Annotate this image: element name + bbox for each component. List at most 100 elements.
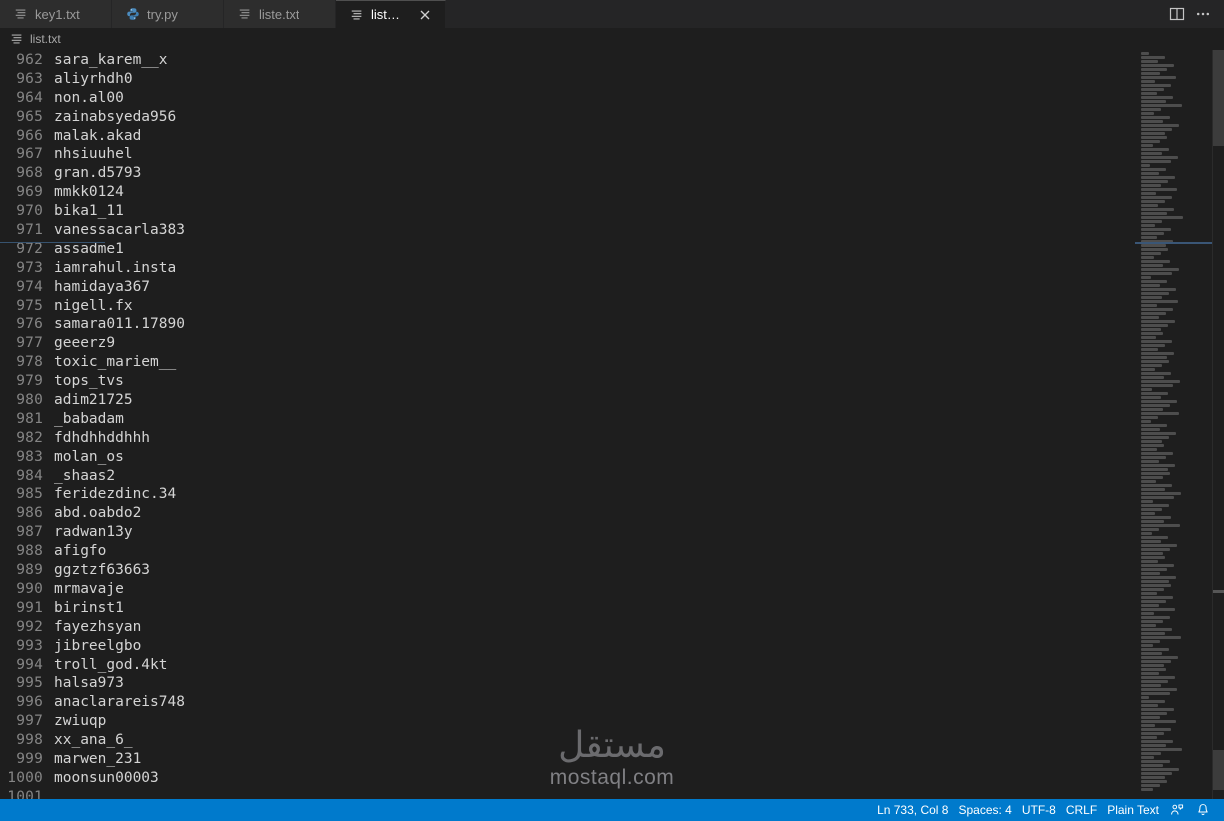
breadcrumb-file-label[interactable]: list.txt bbox=[30, 32, 61, 46]
code-line[interactable]: 969 mmkk0124 bbox=[0, 183, 1224, 202]
code-line[interactable]: 990 mrmavaje bbox=[0, 580, 1224, 599]
status-cursor-position[interactable]: Ln 733, Col 8 bbox=[872, 799, 953, 821]
editor-viewport[interactable]: 962 sara_karem__x 963 aliyrhdh0 964 non.al00 9… bbox=[0, 50, 1224, 799]
code-line[interactable]: 964 non.al00 bbox=[0, 89, 1224, 108]
status-encoding[interactable]: UTF-8 bbox=[1017, 799, 1061, 821]
line-text[interactable]: nigell.fx bbox=[43, 297, 133, 316]
line-text[interactable]: iamrahul.insta bbox=[43, 259, 176, 278]
line-text[interactable]: moonsun00003 bbox=[43, 769, 159, 788]
line-text[interactable]: geeerz9 bbox=[43, 334, 115, 353]
scrollbar-thumb[interactable] bbox=[1213, 50, 1224, 146]
editor-tab-list-txt[interactable]: list.txt bbox=[336, 0, 446, 28]
bell-icon[interactable] bbox=[1190, 799, 1216, 821]
status-language-mode[interactable]: Plain Text bbox=[1102, 799, 1164, 821]
line-text[interactable]: zwiuqp bbox=[43, 712, 106, 731]
code-line[interactable]: 963 aliyrhdh0 bbox=[0, 70, 1224, 89]
minimap[interactable] bbox=[1135, 50, 1212, 799]
line-text[interactable]: abd.oabdo2 bbox=[43, 504, 141, 523]
split-editor-right-icon[interactable] bbox=[1166, 3, 1188, 25]
line-text[interactable]: mrmavaje bbox=[43, 580, 124, 599]
code-line[interactable]: 973 iamrahul.insta bbox=[0, 259, 1224, 278]
code-line[interactable]: 976 samara011.17890 bbox=[0, 315, 1224, 334]
code-line[interactable]: 981 _babadam bbox=[0, 410, 1224, 429]
status-indentation[interactable]: Spaces: 4 bbox=[953, 799, 1016, 821]
line-text[interactable]: tops_tvs bbox=[43, 372, 124, 391]
line-text[interactable]: fdhdhhddhhh bbox=[43, 429, 150, 448]
code-line[interactable]: 997 zwiuqp bbox=[0, 712, 1224, 731]
line-text[interactable]: anaclarareis748 bbox=[43, 693, 185, 712]
editor-vertical-scrollbar[interactable] bbox=[1212, 50, 1224, 799]
line-text[interactable] bbox=[43, 788, 54, 799]
editor-tab-liste-txt[interactable]: liste.txt bbox=[224, 0, 336, 28]
code-line[interactable]: 998 xx_ana_6_ bbox=[0, 731, 1224, 750]
code-line[interactable]: 1001 bbox=[0, 788, 1224, 799]
code-line[interactable]: 965 zainabsyeda956 bbox=[0, 108, 1224, 127]
code-line[interactable]: 988 afigfo bbox=[0, 542, 1224, 561]
line-text[interactable]: radwan13y bbox=[43, 523, 133, 542]
code-line[interactable]: 987 radwan13y bbox=[0, 523, 1224, 542]
code-line[interactable]: 986 abd.oabdo2 bbox=[0, 504, 1224, 523]
code-line[interactable]: 966 malak.akad bbox=[0, 127, 1224, 146]
line-text[interactable]: marwen_231 bbox=[43, 750, 141, 769]
close-icon[interactable] bbox=[417, 7, 433, 23]
line-text[interactable]: molan_os bbox=[43, 448, 124, 467]
feedback-smiley-icon[interactable] bbox=[1164, 799, 1190, 821]
line-text[interactable]: malak.akad bbox=[43, 127, 141, 146]
code-line[interactable]: 968 gran.d5793 bbox=[0, 164, 1224, 183]
line-text[interactable]: halsa973 bbox=[43, 674, 124, 693]
code-line[interactable]: 978 toxic_mariem__ bbox=[0, 353, 1224, 372]
editor-tab-try-py[interactable]: try.py bbox=[112, 0, 224, 28]
code-line[interactable]: 983 molan_os bbox=[0, 448, 1224, 467]
code-line[interactable]: 962 sara_karem__x bbox=[0, 51, 1224, 70]
line-text[interactable]: jibreelgbo bbox=[43, 637, 141, 656]
line-text[interactable]: bika1_11 bbox=[43, 202, 124, 221]
line-text[interactable]: fayezhsyan bbox=[43, 618, 141, 637]
line-text[interactable]: samara011.17890 bbox=[43, 315, 185, 334]
code-line[interactable]: 971 vanessacarla383 bbox=[0, 221, 1224, 240]
editor-tab-key1-txt[interactable]: key1.txt bbox=[0, 0, 112, 28]
code-line[interactable]: 970 bika1_11 bbox=[0, 202, 1224, 221]
line-text[interactable]: gran.d5793 bbox=[43, 164, 141, 183]
code-line[interactable]: 980 adim21725 bbox=[0, 391, 1224, 410]
code-line[interactable]: 996 anaclarareis748 bbox=[0, 693, 1224, 712]
more-actions-icon[interactable] bbox=[1192, 3, 1214, 25]
code-line[interactable]: 991 birinst1 bbox=[0, 599, 1224, 618]
code-line[interactable]: 993 jibreelgbo bbox=[0, 637, 1224, 656]
line-text[interactable]: afigfo bbox=[43, 542, 106, 561]
line-text[interactable]: mmkk0124 bbox=[43, 183, 124, 202]
line-text[interactable]: adim21725 bbox=[43, 391, 133, 410]
line-text[interactable]: _babadam bbox=[43, 410, 124, 429]
code-line[interactable]: 995 halsa973 bbox=[0, 674, 1224, 693]
line-text[interactable]: sara_karem__x bbox=[43, 51, 168, 70]
breadcrumb[interactable]: list.txt bbox=[0, 28, 1224, 50]
line-text[interactable]: ggztzf63663 bbox=[43, 561, 150, 580]
code-line[interactable]: 1000 moonsun00003 bbox=[0, 769, 1224, 788]
code-line[interactable]: 979 tops_tvs bbox=[0, 372, 1224, 391]
line-text[interactable]: non.al00 bbox=[43, 89, 124, 108]
code-line[interactable]: 985 feridezdinc.34 bbox=[0, 485, 1224, 504]
text-editor[interactable]: 962 sara_karem__x 963 aliyrhdh0 964 non.al00 9… bbox=[0, 50, 1224, 799]
code-line[interactable]: 982 fdhdhhddhhh bbox=[0, 429, 1224, 448]
line-text[interactable]: _shaas2 bbox=[43, 467, 115, 486]
line-text[interactable]: aliyrhdh0 bbox=[43, 70, 133, 89]
code-line[interactable]: 975 nigell.fx bbox=[0, 297, 1224, 316]
code-line[interactable]: 992 fayezhsyan bbox=[0, 618, 1224, 637]
code-line[interactable]: 984 _shaas2 bbox=[0, 467, 1224, 486]
line-text[interactable]: feridezdinc.34 bbox=[43, 485, 176, 504]
code-line[interactable]: 994 troll_god.4kt bbox=[0, 656, 1224, 675]
line-text[interactable]: zainabsyeda956 bbox=[43, 108, 176, 127]
code-line[interactable]: 974 hamidaya367 bbox=[0, 278, 1224, 297]
code-line[interactable]: 989 ggztzf63663 bbox=[0, 561, 1224, 580]
code-line[interactable]: 999 marwen_231 bbox=[0, 750, 1224, 769]
code-line[interactable]: 967 nhsiuuhel bbox=[0, 145, 1224, 164]
code-line[interactable]: 972 assadme1 bbox=[0, 240, 1224, 259]
line-text[interactable]: hamidaya367 bbox=[43, 278, 150, 297]
code-line[interactable]: 977 geeerz9 bbox=[0, 334, 1224, 353]
line-text[interactable]: troll_god.4kt bbox=[43, 656, 168, 675]
status-eol[interactable]: CRLF bbox=[1061, 799, 1102, 821]
line-text[interactable]: toxic_mariem__ bbox=[43, 353, 176, 372]
line-text[interactable]: xx_ana_6_ bbox=[43, 731, 133, 750]
line-text[interactable]: birinst1 bbox=[43, 599, 124, 618]
line-text[interactable]: vanessacarla383 bbox=[43, 221, 185, 240]
line-text[interactable]: nhsiuuhel bbox=[43, 145, 133, 164]
